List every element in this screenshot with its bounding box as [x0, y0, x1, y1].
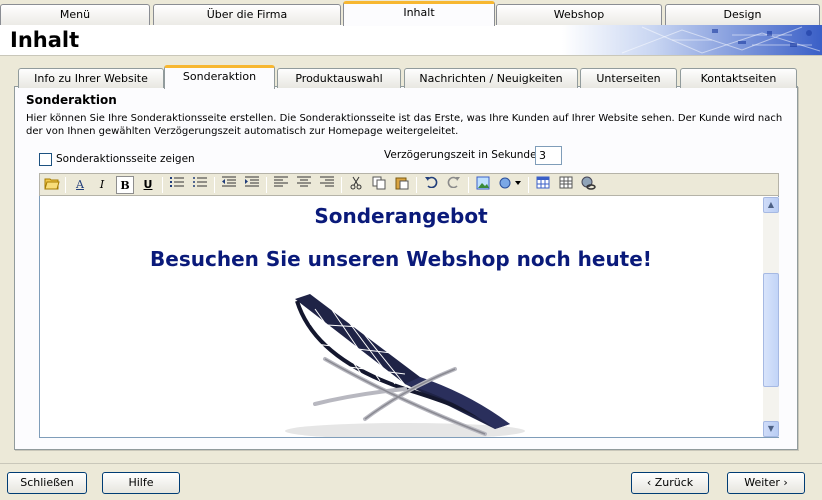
paste-icon[interactable]: [393, 176, 411, 194]
page-header: Inhalt: [0, 25, 822, 55]
rich-text-editor[interactable]: Sonderangebot Besuchen Sie unseren Websh…: [39, 196, 779, 438]
insert-link-icon[interactable]: [580, 176, 598, 194]
copy-icon[interactable]: [370, 176, 388, 194]
tab-webshop[interactable]: Webshop: [496, 4, 662, 25]
subtab-product-selection[interactable]: Produktauswahl: [277, 68, 401, 88]
align-right-icon[interactable]: [318, 176, 336, 194]
section-description: Hier können Sie Ihre Sonderaktionsseite …: [26, 113, 783, 137]
scroll-down-icon[interactable]: ▼: [763, 421, 779, 437]
promo-heading: Sonderangebot: [314, 204, 488, 228]
undo-icon[interactable]: [422, 176, 440, 194]
delay-label: Verzögerungszeit in Sekunden: [384, 149, 544, 161]
show-special-page-label: Sonderaktionsseite zeigen: [56, 153, 195, 165]
open-folder-icon[interactable]: [43, 176, 61, 194]
page-title: Inhalt: [10, 28, 80, 52]
font-color-icon[interactable]: A: [71, 176, 89, 194]
tab-content[interactable]: Inhalt: [343, 1, 495, 26]
tab-design[interactable]: Design: [665, 4, 820, 25]
align-left-icon[interactable]: [272, 176, 290, 194]
tab-menu[interactable]: Menü: [0, 4, 150, 25]
help-button[interactable]: Hilfe: [102, 472, 180, 494]
editor-toolbar: A I B U: [39, 173, 779, 196]
table-properties-icon[interactable]: [557, 176, 575, 194]
footer-divider: [0, 463, 822, 464]
close-button[interactable]: Schließen: [7, 472, 87, 494]
outdent-icon[interactable]: [220, 176, 238, 194]
indent-icon[interactable]: [243, 176, 261, 194]
insert-media-dropdown-icon[interactable]: [497, 176, 523, 194]
subtab-website-info[interactable]: Info zu Ihrer Website: [18, 68, 164, 88]
lounge-chair-image: [255, 289, 545, 437]
bullet-list-icon[interactable]: [191, 176, 209, 194]
section-title: Sonderaktion: [26, 93, 117, 107]
subtab-subpages[interactable]: Unterseiten: [580, 68, 677, 88]
show-special-page-checkbox[interactable]: [39, 153, 52, 166]
align-center-icon[interactable]: [295, 176, 313, 194]
header-decoration: [562, 25, 822, 55]
scrollbar-thumb[interactable]: [763, 273, 779, 387]
numbered-list-icon[interactable]: [168, 176, 186, 194]
table-icon[interactable]: [534, 176, 552, 194]
scroll-up-icon[interactable]: ▲: [763, 197, 779, 213]
next-button[interactable]: Weiter ›: [727, 472, 805, 494]
subtab-news[interactable]: Nachrichten / Neuigkeiten: [404, 68, 578, 88]
underline-button[interactable]: U: [139, 176, 157, 194]
redo-icon[interactable]: [445, 176, 463, 194]
bold-button[interactable]: B: [116, 176, 134, 194]
cut-icon[interactable]: [347, 176, 365, 194]
delay-seconds-input[interactable]: [535, 146, 562, 165]
promo-subheading: Besuchen Sie unseren Webshop noch heute!: [150, 247, 652, 271]
subtab-special-offer[interactable]: Sonderaktion: [164, 65, 275, 89]
italic-button[interactable]: I: [93, 176, 111, 194]
subtab-contact-pages[interactable]: Kontaktseiten: [680, 68, 797, 88]
tab-about-company[interactable]: Über die Firma: [153, 4, 341, 25]
header-divider: [0, 55, 822, 56]
insert-image-icon[interactable]: [474, 176, 492, 194]
back-button[interactable]: ‹ Zurück: [631, 472, 709, 494]
main-tab-bar: Menü Über die Firma Inhalt Webshop Desig…: [0, 0, 822, 26]
editor-vertical-scrollbar[interactable]: ▲ ▼: [763, 197, 779, 437]
